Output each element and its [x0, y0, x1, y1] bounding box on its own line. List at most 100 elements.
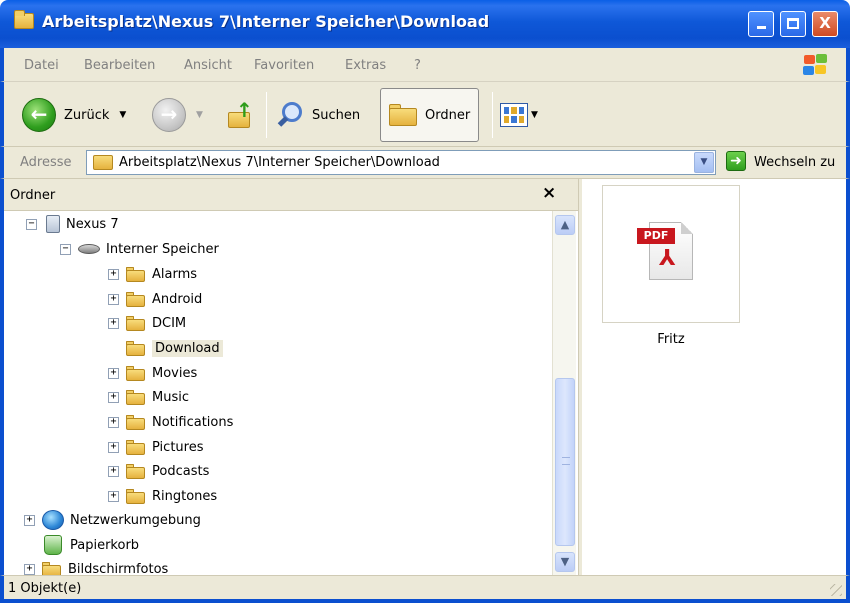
folder-icon [126, 315, 146, 331]
go-button[interactable]: Wechseln zu [754, 155, 835, 170]
tree-label-selected: Download [152, 339, 223, 357]
device-icon [46, 215, 60, 233]
collapse-icon[interactable]: − [26, 218, 37, 230]
folder-icon [126, 266, 146, 282]
tree-item-alarms[interactable]: + Alarms [108, 263, 197, 285]
status-bar: 1 Objekt(e) [0, 575, 850, 603]
tree-item-nexus7[interactable]: − Nexus 7 [26, 213, 119, 235]
scroll-down-button[interactable]: ▼ [555, 552, 575, 572]
expand-icon[interactable]: + [108, 268, 119, 280]
folder-icon [126, 340, 146, 356]
search-button[interactable]: Suchen [276, 88, 360, 142]
minimize-button[interactable] [748, 11, 774, 37]
tree-item-interner-speicher[interactable]: − Interner Speicher [60, 238, 219, 260]
minimize-icon [756, 26, 766, 29]
folder-tree-scrollbar[interactable]: ▲ ▼ [552, 211, 576, 575]
resize-grip-icon[interactable] [830, 584, 842, 596]
windows-logo-icon [802, 54, 828, 76]
tree-item-netzwerkumgebung[interactable]: + Netzwerkumgebung [24, 509, 201, 531]
address-input[interactable]: Arbeitsplatz\Nexus 7\Interner Speicher\D… [86, 150, 716, 175]
scroll-thumb[interactable] [555, 378, 575, 546]
menu-bar: Datei Bearbeiten Ansicht Favoriten Extra… [0, 48, 850, 82]
forward-arrow-icon: → [152, 98, 186, 132]
tree-label: Podcasts [152, 463, 210, 479]
views-button[interactable]: ▼ [500, 88, 538, 142]
expand-icon[interactable]: + [108, 367, 119, 379]
address-path: Arbeitsplatz\Nexus 7\Interner Speicher\D… [119, 155, 440, 170]
tree-label: Netzwerkumgebung [70, 512, 201, 528]
tree-label: DCIM [152, 315, 187, 331]
tree-item-papierkorb[interactable]: Papierkorb [22, 534, 139, 556]
menu-extras[interactable]: Extras [345, 58, 386, 73]
toolbar: ← Zurück ▼ → ▼ ↑ Suchen Ordner ▼ [0, 82, 850, 147]
forward-button[interactable]: → ▼ [152, 88, 203, 142]
address-bar: Adresse Arbeitsplatz\Nexus 7\Interner Sp… [0, 147, 850, 179]
pdf-tag: PDF [637, 228, 675, 244]
address-dropdown-button[interactable]: ▼ [694, 152, 714, 173]
expand-icon[interactable]: + [108, 317, 119, 329]
tree-item-pictures[interactable]: + Pictures [108, 436, 203, 458]
expand-icon[interactable]: + [108, 465, 119, 477]
collapse-icon[interactable]: − [60, 243, 71, 255]
search-icon [276, 100, 306, 130]
file-item-fritz[interactable]: PDF ⅄ [602, 185, 740, 323]
menu-bearbeiten[interactable]: Bearbeiten [84, 58, 155, 73]
tree-label: Android [152, 291, 203, 307]
expand-icon[interactable]: + [24, 514, 35, 526]
menu-favoriten[interactable]: Favoriten [254, 58, 314, 73]
expand-icon[interactable]: + [108, 416, 119, 428]
toolbar-separator [492, 92, 493, 138]
folders-button[interactable]: Ordner [380, 88, 480, 142]
tree-label: Movies [152, 365, 198, 381]
tree-item-music[interactable]: + Music [108, 386, 189, 408]
tree-label: Music [152, 389, 189, 405]
tree-item-android[interactable]: + Android [108, 288, 202, 310]
recycle-bin-icon [44, 535, 62, 555]
folder-pane-title: Ordner [10, 188, 56, 203]
folder-icon [126, 414, 146, 430]
pane-splitter[interactable] [578, 179, 582, 575]
drive-icon [78, 244, 100, 254]
expand-icon[interactable]: + [108, 490, 119, 502]
views-dropdown-icon: ▼ [531, 110, 538, 120]
maximize-button[interactable] [780, 11, 806, 37]
close-pane-icon[interactable]: × [542, 183, 556, 203]
folder-tree: − Nexus 7 − Interner Speicher + Alarms +… [4, 211, 552, 575]
scroll-up-button[interactable]: ▲ [555, 215, 575, 235]
tree-item-notifications[interactable]: + Notifications [108, 411, 233, 433]
up-folder-button[interactable]: ↑ [226, 88, 256, 142]
expand-icon[interactable]: + [108, 391, 119, 403]
folder-icon [14, 10, 34, 29]
grip-icon [562, 457, 570, 465]
menu-ansicht[interactable]: Ansicht [184, 58, 232, 73]
folder-icon [126, 365, 146, 381]
forward-dropdown-icon[interactable]: ▼ [196, 110, 203, 120]
toolbar-separator [266, 92, 267, 138]
expand-icon[interactable]: + [108, 441, 119, 453]
tree-item-movies[interactable]: + Movies [108, 362, 197, 384]
tree-item-podcasts[interactable]: + Podcasts [108, 460, 209, 482]
menu-datei[interactable]: Datei [24, 58, 59, 73]
back-button[interactable]: ← Zurück ▼ [22, 88, 126, 142]
back-dropdown-icon[interactable]: ▼ [119, 110, 126, 120]
status-text: 1 Objekt(e) [8, 581, 82, 596]
tree-label: Bildschirmfotos [68, 561, 169, 576]
tree-item-download[interactable]: Download [126, 337, 223, 359]
network-icon [42, 510, 64, 530]
tree-label: Ringtones [152, 488, 218, 504]
title-bar[interactable]: Arbeitsplatz\Nexus 7\Interner Speicher\D… [0, 0, 850, 48]
folders-icon [389, 103, 419, 127]
tree-label: Interner Speicher [106, 241, 219, 257]
file-name[interactable]: Fritz [602, 332, 740, 347]
tree-item-dcim[interactable]: + DCIM [108, 312, 186, 334]
tree-label: Alarms [152, 266, 198, 282]
folder-icon [126, 291, 146, 307]
menu-help[interactable]: ? [414, 58, 421, 73]
expand-icon[interactable]: + [108, 293, 119, 305]
close-button[interactable]: X [812, 11, 838, 37]
folder-icon [126, 439, 146, 455]
expand-icon[interactable]: + [24, 563, 35, 575]
tree-item-bildschirmfotos[interactable]: + Bildschirmfotos [24, 558, 168, 575]
go-arrow-icon[interactable]: ➜ [726, 151, 746, 171]
tree-item-ringtones[interactable]: + Ringtones [108, 485, 217, 507]
